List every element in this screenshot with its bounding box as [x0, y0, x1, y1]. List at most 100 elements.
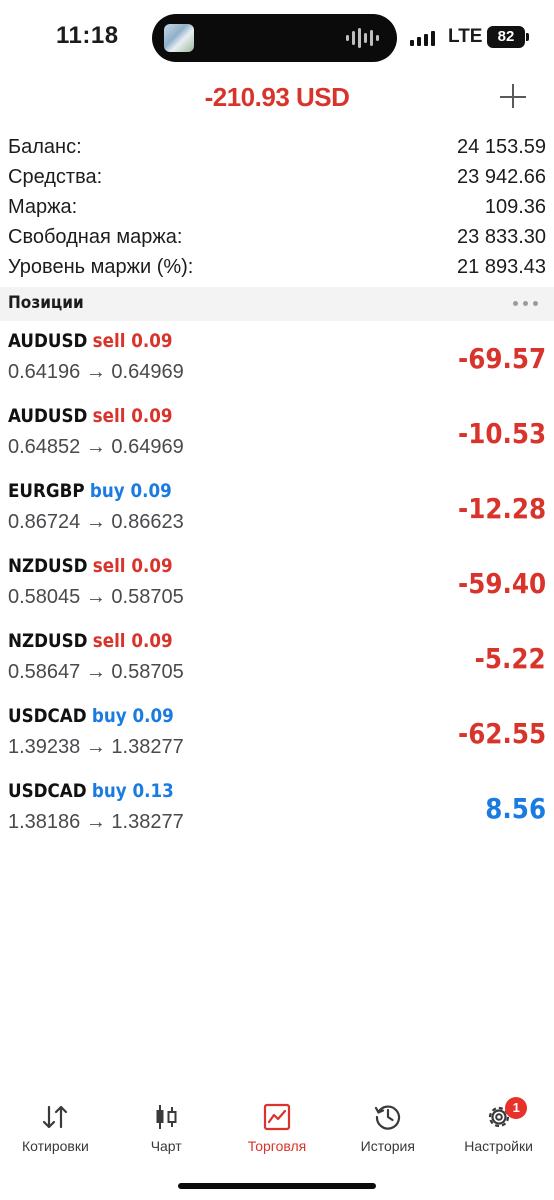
arrow-right-icon: → [85, 361, 106, 383]
summary-value: 24 153.59 [457, 136, 546, 158]
position-volume: 0.09 [131, 405, 173, 427]
positions-list: AUDUSD sell 0.09 0.64196 → 0.64969 -69.57… [0, 326, 554, 851]
position-volume: 0.09 [131, 330, 173, 352]
tab-label: Котировки [21, 1138, 89, 1154]
position-volume: 0.09 [131, 630, 173, 652]
position-side: buy [91, 780, 127, 802]
tab-settings[interactable]: 1 Настройки [443, 1094, 554, 1174]
summary-label: Средства: [8, 166, 103, 188]
position-open-price: 0.58647 [8, 661, 81, 683]
position-profit: -62.55 [457, 717, 546, 750]
position-symbol: USDCAD [8, 705, 87, 727]
position-profit: 8.56 [485, 792, 546, 825]
position-volume: 0.09 [130, 480, 172, 502]
position-side: sell [92, 630, 126, 652]
position-open-price: 1.38186 [8, 811, 81, 833]
position-side: sell [92, 555, 126, 577]
summary-value: 109.36 [484, 196, 546, 218]
tab-history[interactable]: История [332, 1094, 443, 1174]
arrow-right-icon: → [85, 436, 106, 458]
position-open-price: 1.39238 [8, 736, 81, 758]
tab-label: История [360, 1138, 415, 1154]
trade-header: -210.93 USD [0, 76, 554, 122]
summary-row-margin-level: Уровень маржи (%): 21 893.43 [0, 252, 554, 282]
position-open-price: 0.64196 [8, 361, 81, 383]
position-profit: -5.22 [474, 642, 546, 675]
summary-label: Свободная маржа: [8, 226, 183, 248]
cellular-signal-icon [410, 30, 435, 46]
position-current-price: 0.64969 [111, 361, 184, 383]
total-profit: -210.93 USD [204, 82, 350, 112]
position-open-price: 0.86724 [8, 511, 81, 533]
summary-row-free-margin: Свободная маржа: 23 833.30 [0, 222, 554, 252]
home-indicator[interactable] [178, 1183, 376, 1189]
quotes-arrows-icon [43, 1105, 68, 1129]
position-symbol: AUDUSD [8, 405, 88, 427]
dynamic-island [152, 14, 397, 62]
position-profit: -59.40 [457, 567, 546, 600]
position-profit: -69.57 [457, 342, 546, 375]
history-clock-icon [374, 1105, 400, 1130]
position-row[interactable]: NZDUSD sell 0.09 0.58647 → 0.58705 -5.22 [0, 626, 554, 701]
new-order-plus-icon[interactable] [498, 78, 528, 114]
position-side: buy [89, 480, 125, 502]
summary-value: 23 942.66 [457, 166, 546, 188]
bottom-tab-bar: Котировки Чарт Торговля История 1 Настро… [0, 1094, 554, 1174]
position-row[interactable]: AUDUSD sell 0.09 0.64852 → 0.64969 -10.53 [0, 401, 554, 476]
notification-badge: 1 [505, 1097, 528, 1119]
tab-label: Торговля [247, 1138, 307, 1154]
summary-row-equity: Средства: 23 942.66 [0, 162, 554, 192]
arrow-right-icon: → [85, 736, 106, 758]
arrow-right-icon: → [85, 586, 106, 608]
arrow-right-icon: → [85, 811, 106, 833]
position-side: buy [91, 705, 127, 727]
position-symbol: NZDUSD [8, 630, 88, 652]
status-time: 11:18 [56, 22, 119, 49]
account-summary: Баланс: 24 153.59 Средства: 23 942.66 Ма… [0, 132, 554, 282]
summary-value: 23 833.30 [457, 226, 546, 248]
summary-label: Баланс: [8, 136, 82, 158]
position-open-price: 0.64852 [8, 436, 81, 458]
tab-chart[interactable]: Чарт [111, 1094, 222, 1174]
position-open-price: 0.58045 [8, 586, 81, 608]
position-row[interactable]: USDCAD buy 0.09 1.39238 → 1.38277 -62.55 [0, 701, 554, 776]
tab-trade[interactable]: Торговля [222, 1094, 333, 1174]
position-row[interactable]: USDCAD buy 0.13 1.38186 → 1.38277 8.56 [0, 776, 554, 851]
position-row[interactable]: AUDUSD sell 0.09 0.64196 → 0.64969 -69.57 [0, 326, 554, 401]
position-current-price: 0.58705 [111, 661, 184, 683]
position-current-price: 0.64969 [111, 436, 184, 458]
position-symbol: EURGBP [8, 480, 85, 502]
position-current-price: 1.38277 [111, 811, 184, 833]
position-current-price: 1.38277 [111, 736, 184, 758]
more-options-icon[interactable] [513, 301, 538, 306]
position-row[interactable]: EURGBP buy 0.09 0.86724 → 0.86623 -12.28 [0, 476, 554, 551]
battery-icon: 82 [487, 26, 529, 48]
position-symbol: AUDUSD [8, 330, 88, 352]
position-volume: 0.09 [132, 705, 174, 727]
position-current-price: 0.58705 [111, 586, 184, 608]
tab-label: Настройки [464, 1138, 533, 1154]
summary-value: 21 893.43 [457, 256, 546, 278]
summary-label: Маржа: [8, 196, 78, 218]
arrow-right-icon: → [85, 511, 106, 533]
audio-waveform-icon [346, 28, 379, 48]
position-volume: 0.13 [132, 780, 174, 802]
position-symbol: NZDUSD [8, 555, 88, 577]
position-row[interactable]: NZDUSD sell 0.09 0.58045 → 0.58705 -59.40 [0, 551, 554, 626]
positions-section-header: Позиции [0, 287, 554, 321]
network-type: LTE [448, 26, 483, 47]
position-current-price: 0.86623 [111, 511, 184, 533]
positions-title: Позиции [8, 293, 84, 313]
position-volume: 0.09 [131, 555, 173, 577]
candlestick-chart-icon [156, 1105, 177, 1129]
summary-row-margin: Маржа: 109.36 [0, 192, 554, 222]
arrow-right-icon: → [85, 661, 106, 683]
tab-quotes[interactable]: Котировки [0, 1094, 111, 1174]
now-playing-thumbnail [164, 24, 194, 52]
position-side: sell [92, 330, 126, 352]
position-side: sell [92, 405, 126, 427]
trade-chart-icon [263, 1103, 291, 1131]
position-profit: -12.28 [457, 492, 546, 525]
summary-row-balance: Баланс: 24 153.59 [0, 132, 554, 162]
position-profit: -10.53 [457, 417, 546, 450]
